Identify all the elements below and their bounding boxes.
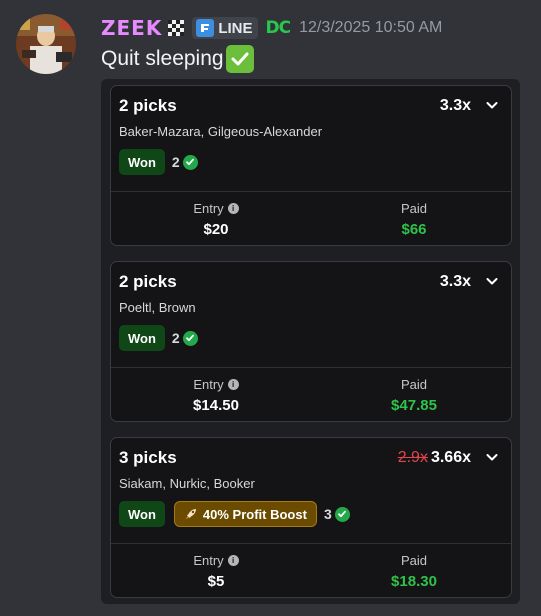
hits-count-value: 2 xyxy=(171,154,180,170)
pick-card[interactable]: 2 picks 3.3x Baker-Mazara, Gilgeous-Alex… xyxy=(110,85,512,246)
players-list: Poeltl, Brown xyxy=(119,300,196,315)
pick-card[interactable]: 2 picks 3.3x Poeltl, Brown Won 2 Entry i… xyxy=(110,261,512,422)
paid-amount: $47.85 xyxy=(391,397,437,414)
avatar[interactable] xyxy=(16,14,76,74)
entry-label-text: Entry xyxy=(193,377,224,392)
dc-badge: DC xyxy=(265,18,292,38)
players-list: Baker-Mazara, Gilgeous-Alexander xyxy=(119,124,323,139)
entry-column: Entry i $14.50 xyxy=(116,376,316,414)
chevron-down-icon[interactable] xyxy=(485,450,499,464)
paid-column: Paid $66 xyxy=(314,200,514,238)
multiplier-value: 3.3x xyxy=(439,273,471,290)
chevron-down-icon[interactable] xyxy=(485,98,499,112)
check-circle-icon xyxy=(182,154,198,170)
server-tag[interactable]: LINE xyxy=(192,17,258,39)
chevron-down-icon[interactable] xyxy=(485,274,499,288)
profit-boost-label: 40% Profit Boost xyxy=(202,506,307,522)
won-badge: Won xyxy=(119,501,165,527)
username[interactable]: ZEEK xyxy=(101,16,162,40)
multiplier: 3.3x xyxy=(440,273,471,291)
hits-count-value: 3 xyxy=(323,506,332,522)
entry-label: Entry i xyxy=(193,553,239,568)
message-text: Quit sleeping xyxy=(101,47,224,70)
message-content: Quit sleeping xyxy=(101,45,254,73)
multiplier-value: 3.66x xyxy=(430,449,471,466)
entry-column: Entry i $20 xyxy=(116,200,316,238)
paid-column: Paid $47.85 xyxy=(314,376,514,414)
paid-label: Paid xyxy=(400,377,428,392)
embed: 2 picks 3.3x Baker-Mazara, Gilgeous-Alex… xyxy=(101,79,520,604)
rocket-icon xyxy=(185,509,196,520)
info-icon[interactable]: i xyxy=(227,555,239,566)
hits-count: 2 xyxy=(172,330,198,346)
entry-label-text: Entry xyxy=(193,553,224,568)
pick-card-title: 2 picks xyxy=(119,96,177,115)
entry-label: Entry i xyxy=(193,377,239,392)
multiplier: 3.3x xyxy=(440,97,471,115)
paid-column: Paid $18.30 xyxy=(314,552,514,590)
badges-row: Won 2 xyxy=(119,325,198,351)
pick-card-title: 3 picks xyxy=(119,448,177,467)
check-mark-emoji-icon[interactable] xyxy=(225,45,254,73)
multiplier: 2.9x 3.66x xyxy=(398,449,471,467)
entry-label: Entry i xyxy=(193,201,239,216)
divider xyxy=(111,543,511,544)
info-icon[interactable]: i xyxy=(227,379,239,390)
paid-amount: $66 xyxy=(401,221,427,238)
paid-label: Paid xyxy=(400,201,428,216)
info-icon[interactable]: i xyxy=(227,203,239,214)
profit-boost-badge: 40% Profit Boost xyxy=(173,501,317,527)
won-badge: Won xyxy=(119,325,165,351)
server-tag-icon xyxy=(196,19,215,37)
pick-card[interactable]: 3 picks 2.9x 3.66x Siakam, Nurkic, Booke… xyxy=(110,437,512,598)
players-list: Siakam, Nurkic, Booker xyxy=(119,476,255,491)
server-tag-label: LINE xyxy=(218,19,253,37)
entry-label-text: Entry xyxy=(193,201,224,216)
paid-label: Paid xyxy=(400,553,428,568)
avatar-image xyxy=(16,14,76,74)
hits-count-value: 2 xyxy=(171,330,180,346)
checkered-flag-icon xyxy=(168,20,185,36)
entry-amount: $5 xyxy=(207,573,225,590)
badges-row: Won 2 xyxy=(119,149,198,175)
original-multiplier: 2.9x xyxy=(397,449,428,466)
message-header: ZEEK LINE DC 12/3/2025 10:50 AM xyxy=(101,15,442,41)
hits-count: 2 xyxy=(172,154,198,170)
check-circle-icon xyxy=(182,330,198,346)
paid-amount: $18.30 xyxy=(391,573,437,590)
won-badge: Won xyxy=(119,149,165,175)
hits-count: 3 xyxy=(324,506,350,522)
entry-amount: $20 xyxy=(203,221,229,238)
badges-row: Won 40% Profit Boost 3 xyxy=(119,501,350,527)
divider xyxy=(111,191,511,192)
entry-amount: $14.50 xyxy=(193,397,239,414)
timestamp[interactable]: 12/3/2025 10:50 AM xyxy=(299,19,442,37)
divider xyxy=(111,367,511,368)
pick-card-title: 2 picks xyxy=(119,272,177,291)
multiplier-value: 3.3x xyxy=(439,97,471,114)
check-circle-icon xyxy=(334,506,350,522)
entry-column: Entry i $5 xyxy=(116,552,316,590)
